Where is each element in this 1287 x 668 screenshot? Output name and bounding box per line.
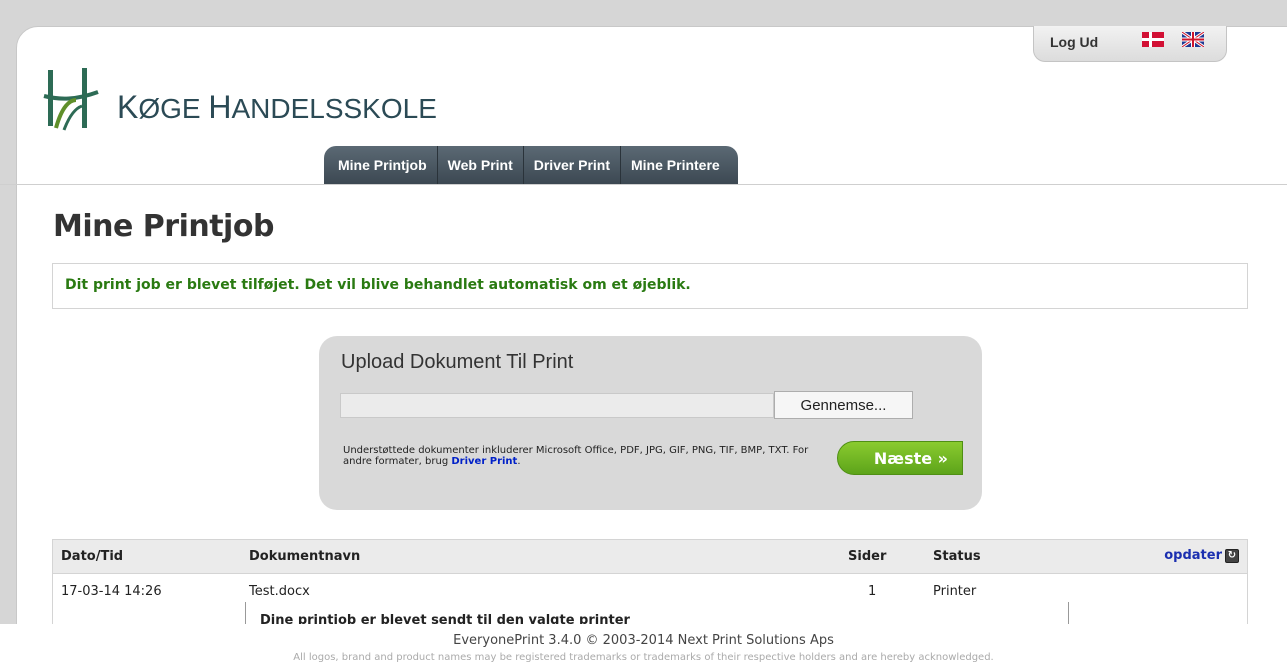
refresh-icon[interactable]: ↻ xyxy=(1225,548,1239,563)
upload-panel: Upload Dokument Til Print Gennemse... Un… xyxy=(319,336,982,510)
row-document: Test.docx xyxy=(249,584,310,599)
school-name-initial-k: K xyxy=(117,89,139,125)
file-path-field[interactable] xyxy=(340,393,774,418)
supported-formats-label: Understøttede dokumenter inkluderer Micr… xyxy=(343,445,809,467)
main-nav: Mine Printjob Web Print Driver Print Min… xyxy=(324,146,738,184)
refresh-link[interactable]: opdater xyxy=(1164,548,1222,563)
col-pages: Sider xyxy=(848,549,887,564)
copyright-text: EveryonePrint 3.4.0 © 2003-2014 Next Pri… xyxy=(453,633,834,648)
col-date: Dato/Tid xyxy=(61,549,124,564)
col-document: Dokumentnavn xyxy=(249,549,361,564)
footer: EveryonePrint 3.4.0 © 2003-2014 Next Pri… xyxy=(0,624,1287,668)
supported-formats-text: Understøttede dokumenter inkluderer Micr… xyxy=(343,445,833,467)
school-name-part2: ANDELSSKOLE xyxy=(231,93,437,124)
driver-print-link[interactable]: Driver Print xyxy=(451,456,517,467)
uk-flag-icon[interactable] xyxy=(1182,32,1204,47)
next-button[interactable]: Næste » xyxy=(837,441,963,475)
school-name: KØGE HANDELSSKOLE xyxy=(117,89,437,126)
trademark-text: All logos, brand and product names may b… xyxy=(293,652,994,663)
school-name-initial-h: H xyxy=(208,89,232,125)
row-date: 17-03-14 14:26 xyxy=(61,584,162,599)
success-notice: Dit print job er blevet tilføjet. Det vi… xyxy=(52,263,1248,309)
table-header: Dato/Tid Dokumentnavn Sider Status opdat… xyxy=(53,540,1247,574)
upload-title: Upload Dokument Til Print xyxy=(341,351,574,373)
tab-mine-printere[interactable]: Mine Printere xyxy=(621,146,734,184)
supported-formats-end: . xyxy=(517,456,521,467)
refresh-control: opdater ↻ xyxy=(1164,548,1239,563)
row-pages: 1 xyxy=(868,584,877,599)
notice-text: Dit print job er blevet tilføjet. Det vi… xyxy=(65,277,691,293)
school-name-part1: ØGE xyxy=(138,93,209,124)
utility-tab: Log Ud xyxy=(1033,26,1227,62)
logout-link[interactable]: Log Ud xyxy=(1050,34,1098,50)
tab-web-print[interactable]: Web Print xyxy=(438,146,524,184)
col-status: Status xyxy=(933,549,981,564)
tab-driver-print[interactable]: Driver Print xyxy=(524,146,621,184)
tab-mine-printjob[interactable]: Mine Printjob xyxy=(328,146,438,184)
browse-button[interactable]: Gennemse... xyxy=(774,391,913,419)
row-status: Printer xyxy=(933,584,977,599)
school-logo-icon[interactable] xyxy=(42,66,102,134)
header-divider xyxy=(0,184,1287,185)
danish-flag-icon[interactable] xyxy=(1142,32,1164,47)
page-title: Mine Printjob xyxy=(53,209,274,244)
